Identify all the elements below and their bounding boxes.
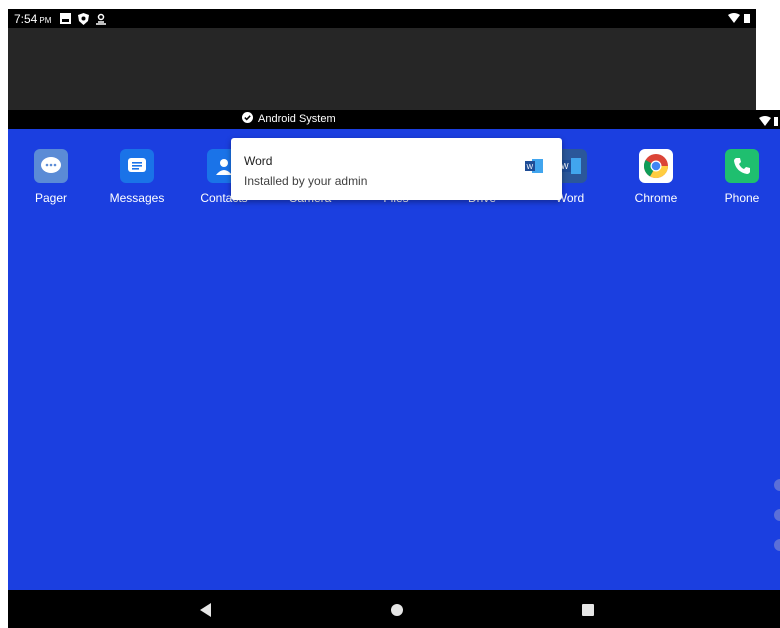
app-phone[interactable]: Phone (702, 149, 780, 205)
app-label: Chrome (634, 191, 678, 205)
svg-text:W: W (527, 164, 534, 171)
edge-panel-icons (774, 479, 780, 569)
status-time: 7:54 PM (14, 11, 52, 26)
wifi-icon (728, 12, 740, 26)
chrome-icon (639, 149, 673, 183)
app-chrome[interactable]: Chrome (616, 149, 696, 205)
app-label: Pager (34, 191, 68, 205)
app-pager[interactable]: Pager (11, 149, 91, 205)
notification-card[interactable]: Word Installed by your admin W (231, 138, 562, 200)
pager-icon (34, 149, 68, 183)
battery-icon (744, 12, 750, 26)
app-label: Messages (109, 191, 165, 205)
home-button[interactable] (389, 602, 405, 618)
system-status-bar: Android System (8, 110, 780, 129)
back-button[interactable] (198, 602, 214, 618)
status-bar: 7:54 PM (8, 9, 756, 28)
navigation-bar (8, 590, 780, 628)
word-icon: W (525, 157, 543, 175)
edge-icon[interactable] (774, 479, 780, 491)
edge-icon[interactable] (774, 509, 780, 521)
svg-text:W: W (561, 162, 569, 171)
android-system-label: Android System (258, 113, 336, 125)
shield-icon (77, 12, 89, 25)
phone-icon (725, 149, 759, 183)
app-label: Phone (724, 191, 760, 205)
image-notification-icon (59, 13, 71, 25)
location-person-icon (95, 13, 107, 25)
notification-title: Word (244, 154, 273, 168)
messages-icon (120, 149, 154, 183)
notification-shade-area (8, 28, 756, 110)
check-circle-icon (242, 112, 253, 126)
edge-icon[interactable] (774, 539, 780, 551)
notification-text: Installed by your admin (244, 174, 368, 188)
recents-button[interactable] (580, 602, 596, 618)
android-system-indicator: Android System (242, 112, 336, 126)
app-messages[interactable]: Messages (97, 149, 177, 205)
